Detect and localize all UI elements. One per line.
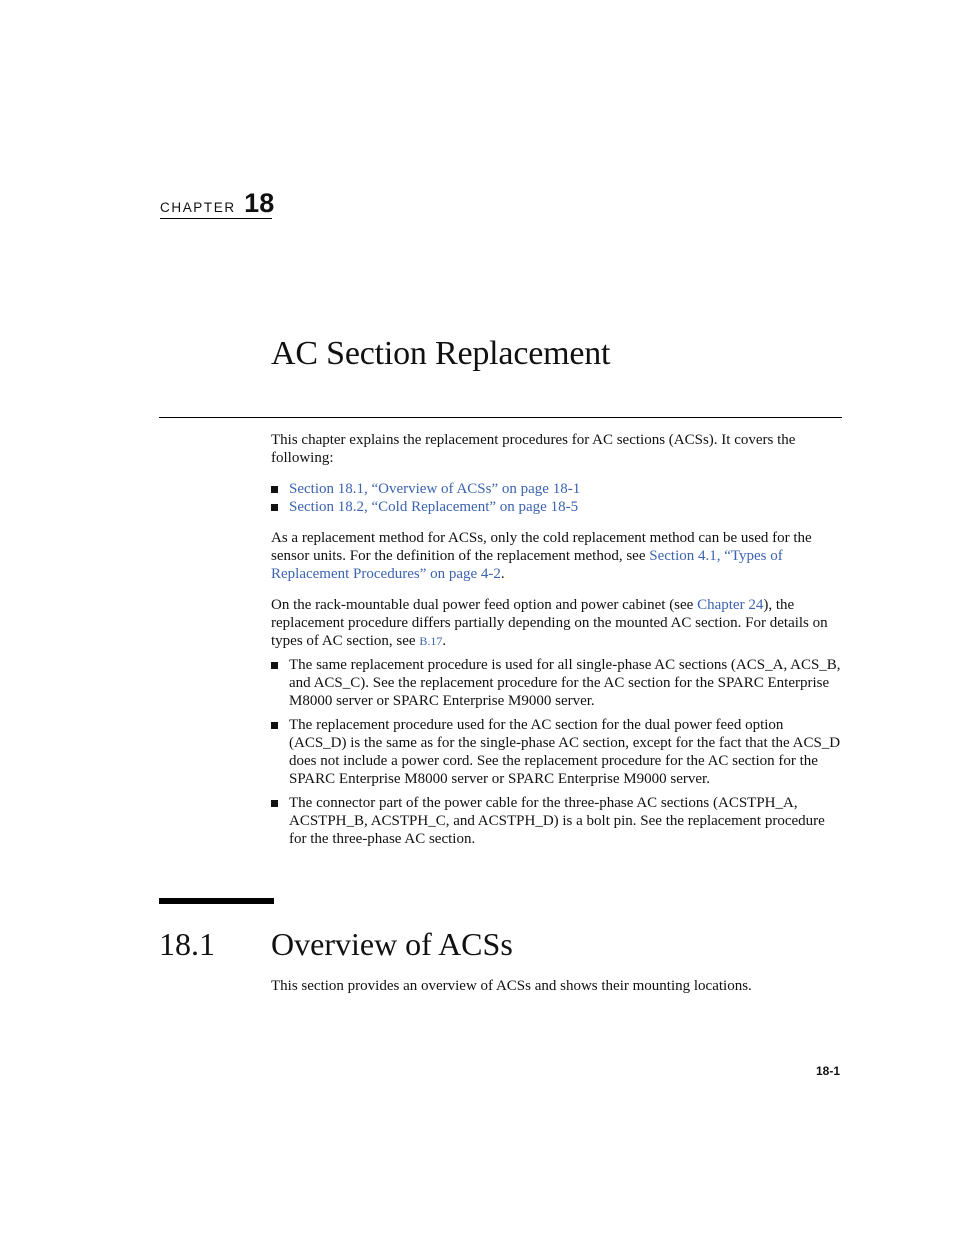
bullet-icon xyxy=(271,800,278,807)
intro-paragraph-1: This chapter explains the replacement pr… xyxy=(271,432,796,466)
list-item: The replacement procedure used for the A… xyxy=(271,716,843,788)
paragraph-text: . xyxy=(500,566,505,582)
intro-paragraph-2: As a replacement method for ACSs, only t… xyxy=(271,529,843,583)
chapter-number: 18 xyxy=(244,188,275,218)
paragraph-text: On the rack-mountable dual power feed op… xyxy=(271,597,698,613)
chapter-label: CHAPTER 18 xyxy=(160,188,275,219)
toc-list: Section 18.1, “Overview of ACSs” on page… xyxy=(271,480,843,516)
title-rule xyxy=(159,417,842,418)
section-rule xyxy=(159,898,274,904)
list-item-text: The connector part of the power cable fo… xyxy=(289,795,825,847)
chapter-title: AC Section Replacement xyxy=(271,335,611,372)
bullet-icon xyxy=(271,486,278,493)
ac-section-types-list: The same replacement procedure is used f… xyxy=(271,656,843,848)
chapter-word: CHAPTER xyxy=(160,200,236,215)
section-title: Overview of ACSs xyxy=(271,926,513,962)
link-chapter-24[interactable]: Chapter 24 xyxy=(697,597,763,613)
list-item: The connector part of the power cable fo… xyxy=(271,794,843,848)
section-number: 18.1 xyxy=(159,926,215,962)
paragraph-text: . xyxy=(442,633,447,649)
toc-link-section-18-2[interactable]: Section 18.2, “Cold Replacement” on page… xyxy=(289,499,578,515)
page-number: 18-1 xyxy=(815,1064,840,1078)
bullet-icon xyxy=(271,662,278,669)
section-body: This section provides an overview of ACS… xyxy=(271,978,752,994)
toc-link-section-18-1[interactable]: Section 18.1, “Overview of ACSs” on page… xyxy=(289,481,580,497)
list-item-text: The same replacement procedure is used f… xyxy=(289,657,841,709)
toc-item: Section 18.2, “Cold Replacement” on page… xyxy=(271,498,843,516)
bullet-icon xyxy=(271,722,278,729)
list-item: The same replacement procedure is used f… xyxy=(271,656,843,710)
bullet-icon xyxy=(271,504,278,511)
toc-item: Section 18.1, “Overview of ACSs” on page… xyxy=(271,480,843,498)
chapter-intro: This chapter explains the replacement pr… xyxy=(271,431,843,861)
list-item-text: The replacement procedure used for the A… xyxy=(289,717,841,787)
link-b-17[interactable]: B.17 xyxy=(419,634,442,648)
intro-paragraph-3: On the rack-mountable dual power feed op… xyxy=(271,596,843,650)
